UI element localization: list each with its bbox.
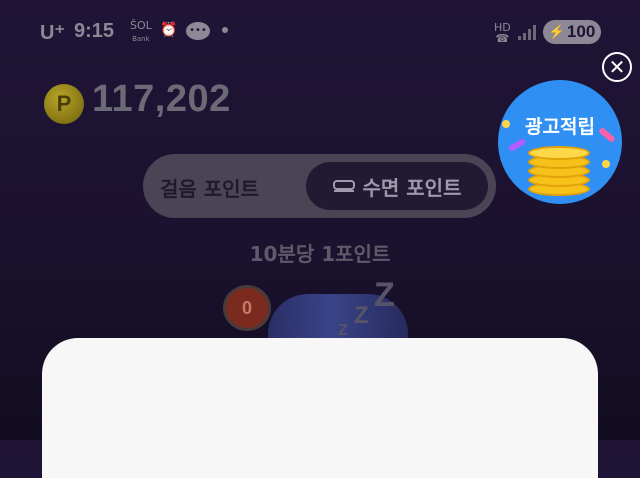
coin-symbol: P [56, 91, 72, 116]
coin-stack-icon [528, 144, 590, 200]
signal-icon [518, 24, 538, 40]
zzz-medium: Z [354, 302, 369, 329]
bed-icon [332, 179, 355, 193]
sparkle-icon [602, 160, 610, 168]
zzz-large: Z [374, 276, 395, 314]
tab-sleep-points[interactable]: 수면 포인트 [306, 162, 488, 210]
alarm-icon: ⏰ [160, 22, 178, 38]
hd-call-icon: HD ☎ [494, 21, 511, 45]
close-icon: ✕ [608, 55, 626, 79]
tab-walk-points[interactable]: 걸음 포인트 [160, 173, 259, 202]
tab-sleep-label: 수면 포인트 [362, 175, 462, 200]
confetti-icon [507, 137, 527, 153]
rate-description: 10분당 1포인트 [249, 242, 391, 266]
status-time: 9:15 [74, 20, 115, 42]
carrier-label: U⁺ [40, 22, 65, 44]
battery-level: 100 [566, 22, 596, 41]
ad-reward-button[interactable]: 광고적립 [498, 80, 622, 204]
close-button[interactable]: ✕ [602, 52, 632, 82]
point-coin-icon: P [44, 84, 84, 124]
status-bar: U⁺ 9:15 ŠOL Bank ⏰ ••• HD ☎ ⚡ 100 [0, 0, 640, 62]
bottom-sheet [42, 338, 598, 478]
dot-icon [222, 27, 228, 33]
chat-bubble-icon: ••• [186, 22, 210, 40]
point-balance: 117,202 [92, 78, 231, 120]
sparkle-icon [502, 120, 510, 128]
sleep-counter-badge: 0 [223, 285, 271, 331]
sol-bank-icon: ŠOL Bank [130, 19, 152, 44]
battery-indicator: ⚡ 100 [543, 20, 601, 44]
